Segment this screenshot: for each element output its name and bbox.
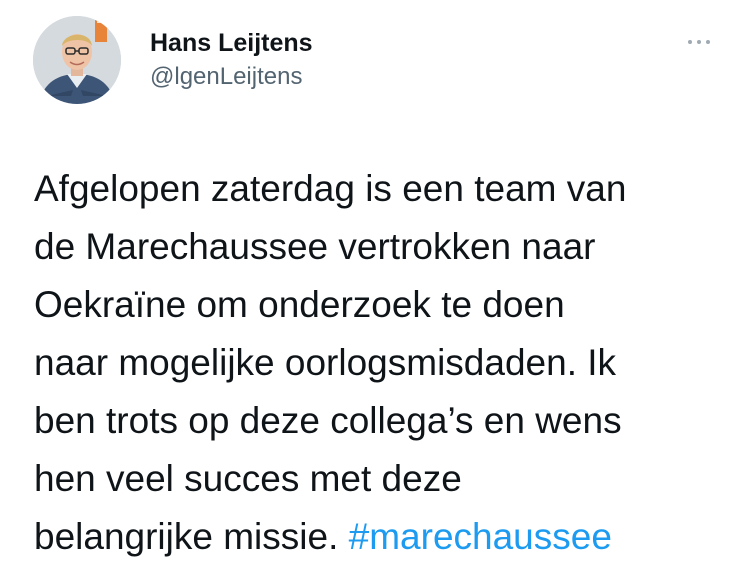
hashtag-link[interactable]: #marechaussee <box>349 516 612 557</box>
author-avatar[interactable] <box>33 16 121 104</box>
tweet-text-line: Afgelopen zaterdag is een team van <box>34 168 627 209</box>
author-handle[interactable]: @lgenLeijtens <box>150 62 313 92</box>
tweet-text-last-line: belangrijke missie. #marechaussee <box>34 508 734 566</box>
tweet-card: Hans Leijtens @lgenLeijtens Afgelopen za… <box>0 0 751 557</box>
tweet-text-line: Oekraïne om onderzoek te doen <box>34 284 565 325</box>
avatar-photo-icon <box>33 16 121 104</box>
more-options-icon[interactable] <box>683 30 715 54</box>
tweet-text-line: ben trots op deze collega’s en wens <box>34 400 622 441</box>
tweet-text-line: naar mogelijke oorlogsmisdaden. Ik <box>34 342 617 383</box>
dot-icon <box>688 40 692 44</box>
tweet-text-line: de Marechaussee vertrokken naar <box>34 226 596 267</box>
dot-icon <box>697 40 701 44</box>
tweet-text-line: belangrijke missie. <box>34 516 339 557</box>
tweet-text: Afgelopen zaterdag is een team van de Ma… <box>34 160 734 566</box>
author-display-name[interactable]: Hans Leijtens <box>150 28 313 58</box>
dot-icon <box>706 40 710 44</box>
tweet-text-line: hen veel succes met deze <box>34 458 462 499</box>
author-info: Hans Leijtens @lgenLeijtens <box>150 28 313 92</box>
